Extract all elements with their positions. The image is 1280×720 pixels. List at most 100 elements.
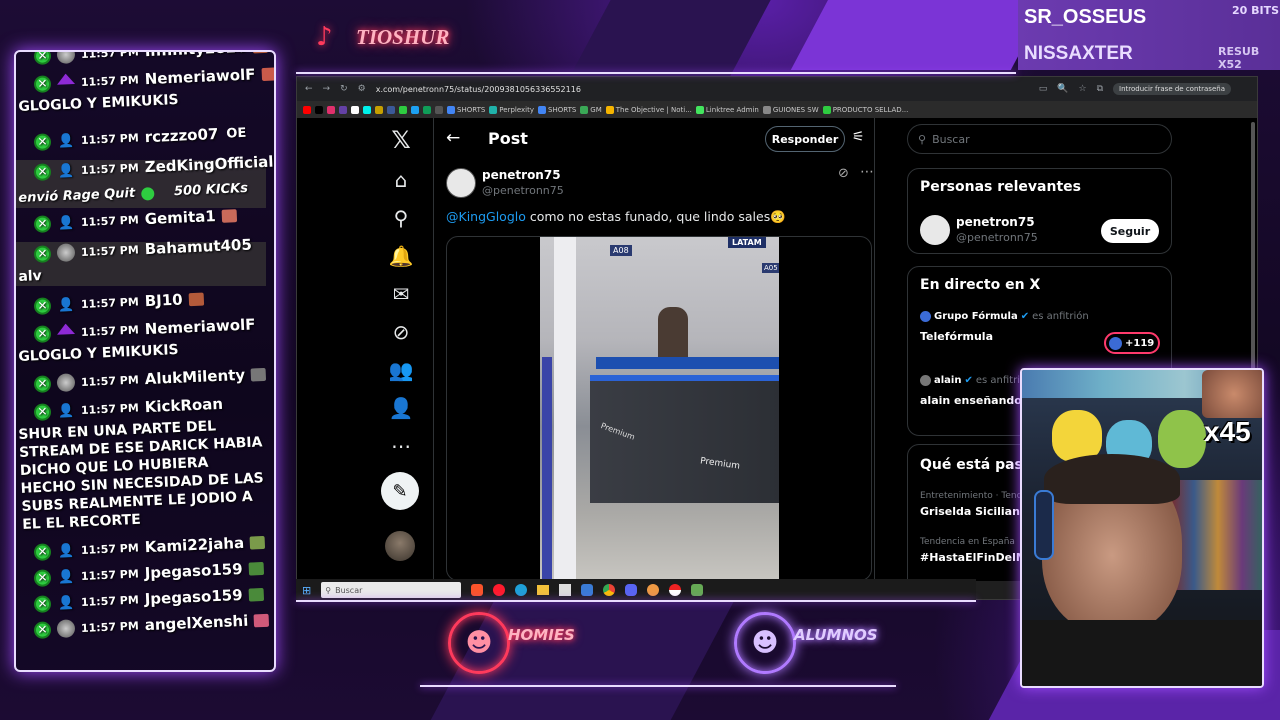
app-icon[interactable] [581,584,594,596]
bookmark-icon[interactable] [387,105,395,114]
chat-username[interactable]: NemeriawolF [144,65,255,88]
star-icon[interactable]: ☆ [1079,84,1087,94]
home-icon[interactable]: ⌂ [377,166,425,194]
grok-icon[interactable]: ⊘ [377,318,425,346]
moderator-badge-icon[interactable]: ✕ [33,542,52,561]
chat-username[interactable]: rczzzo07 [144,125,218,146]
post-more-icon[interactable]: ⋯ [860,164,874,180]
video-player[interactable]: A08 LATAM A05 Premium Premium [540,237,779,580]
opera-icon[interactable] [493,584,506,596]
live-item-1[interactable]: Grupo Fórmula ✔ es anfitrión [920,311,1089,322]
more-icon[interactable]: ⋯ [377,432,425,460]
moderator-badge-icon[interactable]: ✕ [33,74,52,93]
bookmark-icon[interactable] [375,105,383,114]
app-icon[interactable] [691,584,704,596]
grok-post-icon[interactable]: ⊘ [838,166,849,181]
chat-username[interactable]: AlukMilenty [144,366,245,388]
extensions-icon[interactable]: ⧉ [1097,84,1103,94]
bookmark-item[interactable]: Linktree Admin [695,105,759,114]
author-name[interactable]: penetron75 [482,168,561,182]
app-icon[interactable] [647,584,660,596]
brave-icon[interactable] [471,584,484,596]
chat-username[interactable]: Kami22jaha [144,534,244,556]
bookmark-icon[interactable] [339,105,347,114]
bookmark-icon[interactable] [351,105,359,114]
bookmark-item[interactable]: SHORTS [538,105,576,114]
chat-username[interactable]: ZedKingOfficial [144,153,273,177]
chat-username[interactable]: Infinity2828 [144,52,247,60]
bookmark-item[interactable]: The Objective | Noti... [605,105,692,114]
search-icon[interactable]: ⚲ [377,204,425,232]
windows-start-icon[interactable]: ⊞ [302,584,311,597]
taskbar-search[interactable]: ⚲ Buscar [321,582,462,598]
relevant-name[interactable]: penetron75 [956,215,1035,229]
live-listeners[interactable]: +119 [1104,332,1160,354]
live-title-1[interactable]: Telefórmula [920,330,993,343]
bookmark-icon[interactable] [411,105,419,114]
relevant-handle[interactable]: @penetronn75 [956,231,1038,244]
moderator-badge-icon[interactable]: ✕ [33,162,52,181]
bookmark-icon[interactable] [315,105,323,114]
bookmark-icon[interactable] [327,105,335,114]
live-item-2[interactable]: alain ✔ es anfitrión [920,375,1032,386]
mention-link[interactable]: @KingGloglo [446,209,526,224]
bookmark-icon[interactable] [399,105,407,114]
zoom-icon[interactable]: 🔍 [1057,84,1068,94]
account-avatar[interactable] [385,531,415,561]
chat-username[interactable]: Jpegaso159 [144,586,243,608]
edge-icon[interactable] [515,584,528,596]
moderator-badge-icon[interactable]: ✕ [33,244,52,263]
chat-username[interactable]: NemeriawolF [144,315,255,338]
moderator-badge-icon[interactable]: ✕ [33,324,52,343]
author-avatar[interactable] [446,168,476,198]
moderator-badge-icon[interactable]: ✕ [33,374,52,393]
trend-item[interactable]: #HastaElFinDelMu [920,551,1035,564]
author-handle[interactable]: @penetronn75 [482,184,564,197]
chat-username[interactable]: BJ10 [144,291,183,311]
password-chip[interactable]: Introducir frase de contraseña [1113,83,1231,95]
moderator-badge-icon[interactable]: ✕ [33,296,52,315]
bookmark-icon[interactable] [363,105,371,114]
moderator-badge-icon[interactable]: ✕ [33,620,52,639]
back-icon[interactable]: ← [305,84,313,94]
reload-icon[interactable]: ↻ [340,84,348,94]
bookmark-item[interactable]: Perplexity [489,105,534,114]
moderator-badge-icon[interactable]: ✕ [33,214,52,233]
trend-item[interactable]: Griselda Siciliani [920,505,1024,518]
profile-icon[interactable]: 👤 [377,394,425,422]
search-box[interactable]: ⚲ Buscar [907,124,1172,154]
moderator-badge-icon[interactable]: ✕ [33,132,52,151]
pokeball-icon[interactable] [669,584,682,596]
chrome-icon[interactable] [603,584,616,596]
bookmark-icon[interactable] [435,105,443,114]
bookmark-item[interactable]: GM [580,105,602,114]
x-logo-icon[interactable]: 𝕏 [377,126,425,154]
messages-icon[interactable]: ✉ [377,280,425,308]
moderator-badge-icon[interactable]: ✕ [33,52,52,65]
chat-username[interactable]: KickRoan [144,395,223,416]
compose-post-button[interactable]: ✎ [381,472,419,510]
chat-username[interactable]: Gemita1 [144,207,216,228]
address-bar[interactable]: x.com/penetronn75/status/200938105633655… [376,85,581,94]
forward-icon[interactable]: → [323,84,331,94]
page-scrollbar[interactable] [1251,122,1255,372]
cast-icon[interactable]: ▭ [1039,84,1048,94]
bookmark-icon[interactable] [303,105,311,114]
notifications-icon[interactable]: 🔔 [377,242,425,270]
communities-icon[interactable]: 👥 [377,356,425,384]
bookmark-item[interactable]: GUIONES SW [762,105,819,114]
moderator-badge-icon[interactable]: ✕ [33,594,52,613]
follow-button[interactable]: Seguir [1101,219,1159,243]
chat-username[interactable]: angelXenshi [144,612,248,635]
bookmark-icon[interactable] [423,105,431,114]
bookmark-item[interactable]: PRODUCTO SELLAD... [822,105,908,114]
explorer-icon[interactable] [537,585,550,595]
bookmark-item[interactable]: SHORTS [447,105,485,114]
moderator-badge-icon[interactable]: ✕ [33,568,52,587]
site-info-icon[interactable]: ⚙ [358,84,366,94]
discord-icon[interactable] [625,584,638,596]
moderator-badge-icon[interactable]: ✕ [33,402,52,421]
relevant-avatar[interactable] [920,215,950,245]
settings-sliders-icon[interactable]: ⚟ [852,129,865,145]
chat-username[interactable]: Jpegaso159 [144,560,243,582]
